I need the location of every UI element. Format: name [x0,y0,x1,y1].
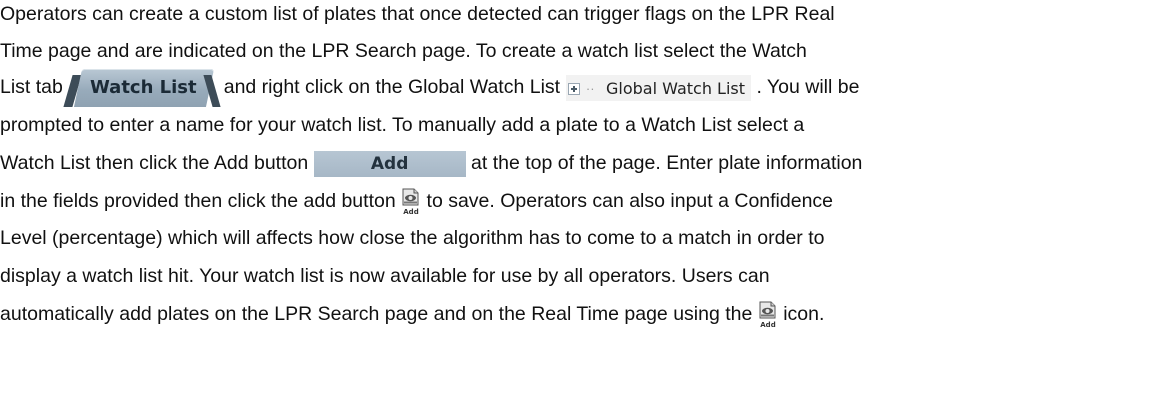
text-line-6-before: in the fields provided then click the ad… [0,190,396,212]
text-line-8: display a watch list hit. Your watch lis… [0,264,770,288]
tree-connector-icon: ·· [585,80,595,96]
text-line-9-after: icon. [783,303,825,325]
text-line-9: automatically add plates on the LPR Sear… [0,301,825,329]
text-line-2: Time page and are indicated on the LPR S… [0,39,807,63]
add-button[interactable]: Add [313,150,466,177]
text-line-5: Watch List then click the Add button Add… [0,150,863,177]
global-watch-list-label: Global Watch List [606,78,746,98]
text-line-6: in the fields provided then click the ad… [0,188,834,216]
global-watch-list-node[interactable]: ·· Global Watch List [565,74,752,101]
text-line-1-content: Operators can create a custom list of pl… [0,3,835,25]
text-line-3: List tab Watch List and right click on t… [0,68,860,107]
document-with-eye-icon-2[interactable]: Add [758,301,778,329]
text-line-4-content: prompted to enter a name for your watch … [0,114,805,136]
add-icon-svg: Add [402,188,419,216]
text-line-9-before: automatically add plates on the LPR Sear… [0,303,753,325]
add-icon-caption-2: Add [760,321,775,329]
text-line-7-content: Level (percentage) which will affects ho… [0,227,825,249]
document-with-eye-icon[interactable]: Add [401,188,421,216]
text-line-3-after: . You will be [756,76,860,98]
add-icon-caption: Add [403,208,418,216]
text-line-3-middle: and right click on the Global Watch List [223,76,561,98]
watch-list-tab-label: Watch List [89,76,197,98]
tree-expand-plus-icon[interactable] [567,82,580,95]
watch-list-tab[interactable]: Watch List [63,68,221,107]
text-line-7: Level (percentage) which will affects ho… [0,226,824,250]
add-icon-svg-2: Add [759,301,775,329]
text-line-1: Operators can create a custom list of pl… [0,2,835,26]
text-line-6-after: to save. Operators can also input a Conf… [426,190,834,212]
text-line-5-after: at the top of the page. Enter plate info… [471,152,863,174]
text-line-5-before: Watch List then click the Add button [0,152,309,174]
text-line-2-content: Time page and are indicated on the LPR S… [0,40,807,62]
text-line-3-before: List tab [0,76,63,98]
text-line-4: prompted to enter a name for your watch … [0,113,804,137]
text-line-8-content: display a watch list hit. Your watch lis… [0,265,770,287]
